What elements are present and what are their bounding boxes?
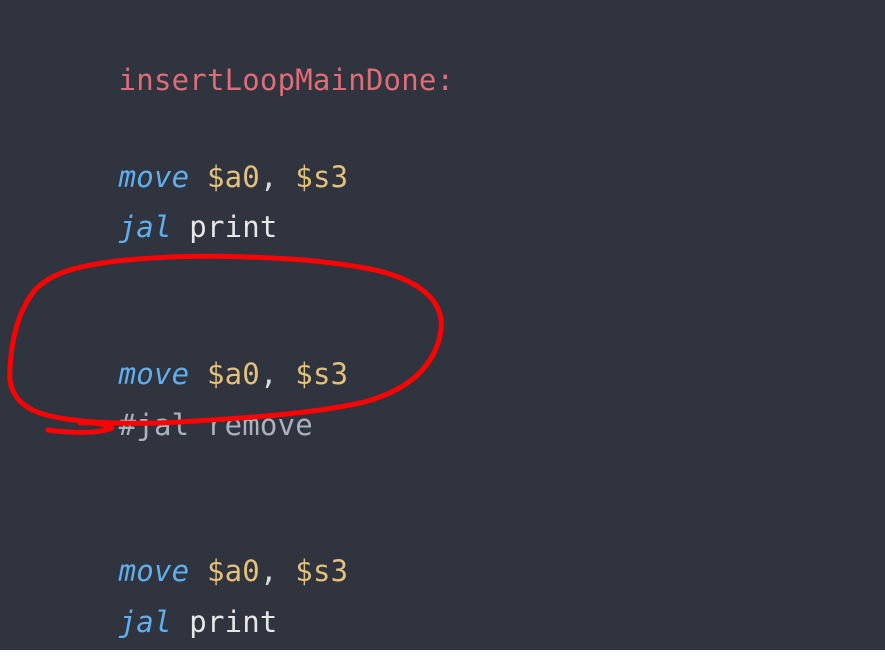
- register-operand: $s3: [295, 554, 349, 588]
- code-line-move: move $a0, $s3: [48, 302, 348, 391]
- code-line-label: insertLoopMainDone:: [48, 8, 454, 97]
- instruction-keyword: jal: [118, 210, 172, 244]
- code-line-comment: #jal remove: [48, 353, 313, 442]
- instruction-keyword: jal: [118, 605, 172, 639]
- code-line-move: move $a0, $s3: [48, 499, 348, 588]
- label-text: insertLoopMainDone:: [118, 63, 455, 97]
- code-editor[interactable]: insertLoopMainDone: move $a0, $s3 jal pr…: [0, 0, 885, 650]
- comment-text: #jal remove: [118, 408, 313, 442]
- code-line-jal: jal print: [48, 155, 278, 244]
- code-line-jal: jal print: [48, 550, 278, 639]
- code-line-move: move $a0, $s3: [48, 105, 348, 194]
- register-operand: $s3: [295, 160, 349, 194]
- jump-target: print: [189, 210, 278, 244]
- jump-target: print: [189, 605, 278, 639]
